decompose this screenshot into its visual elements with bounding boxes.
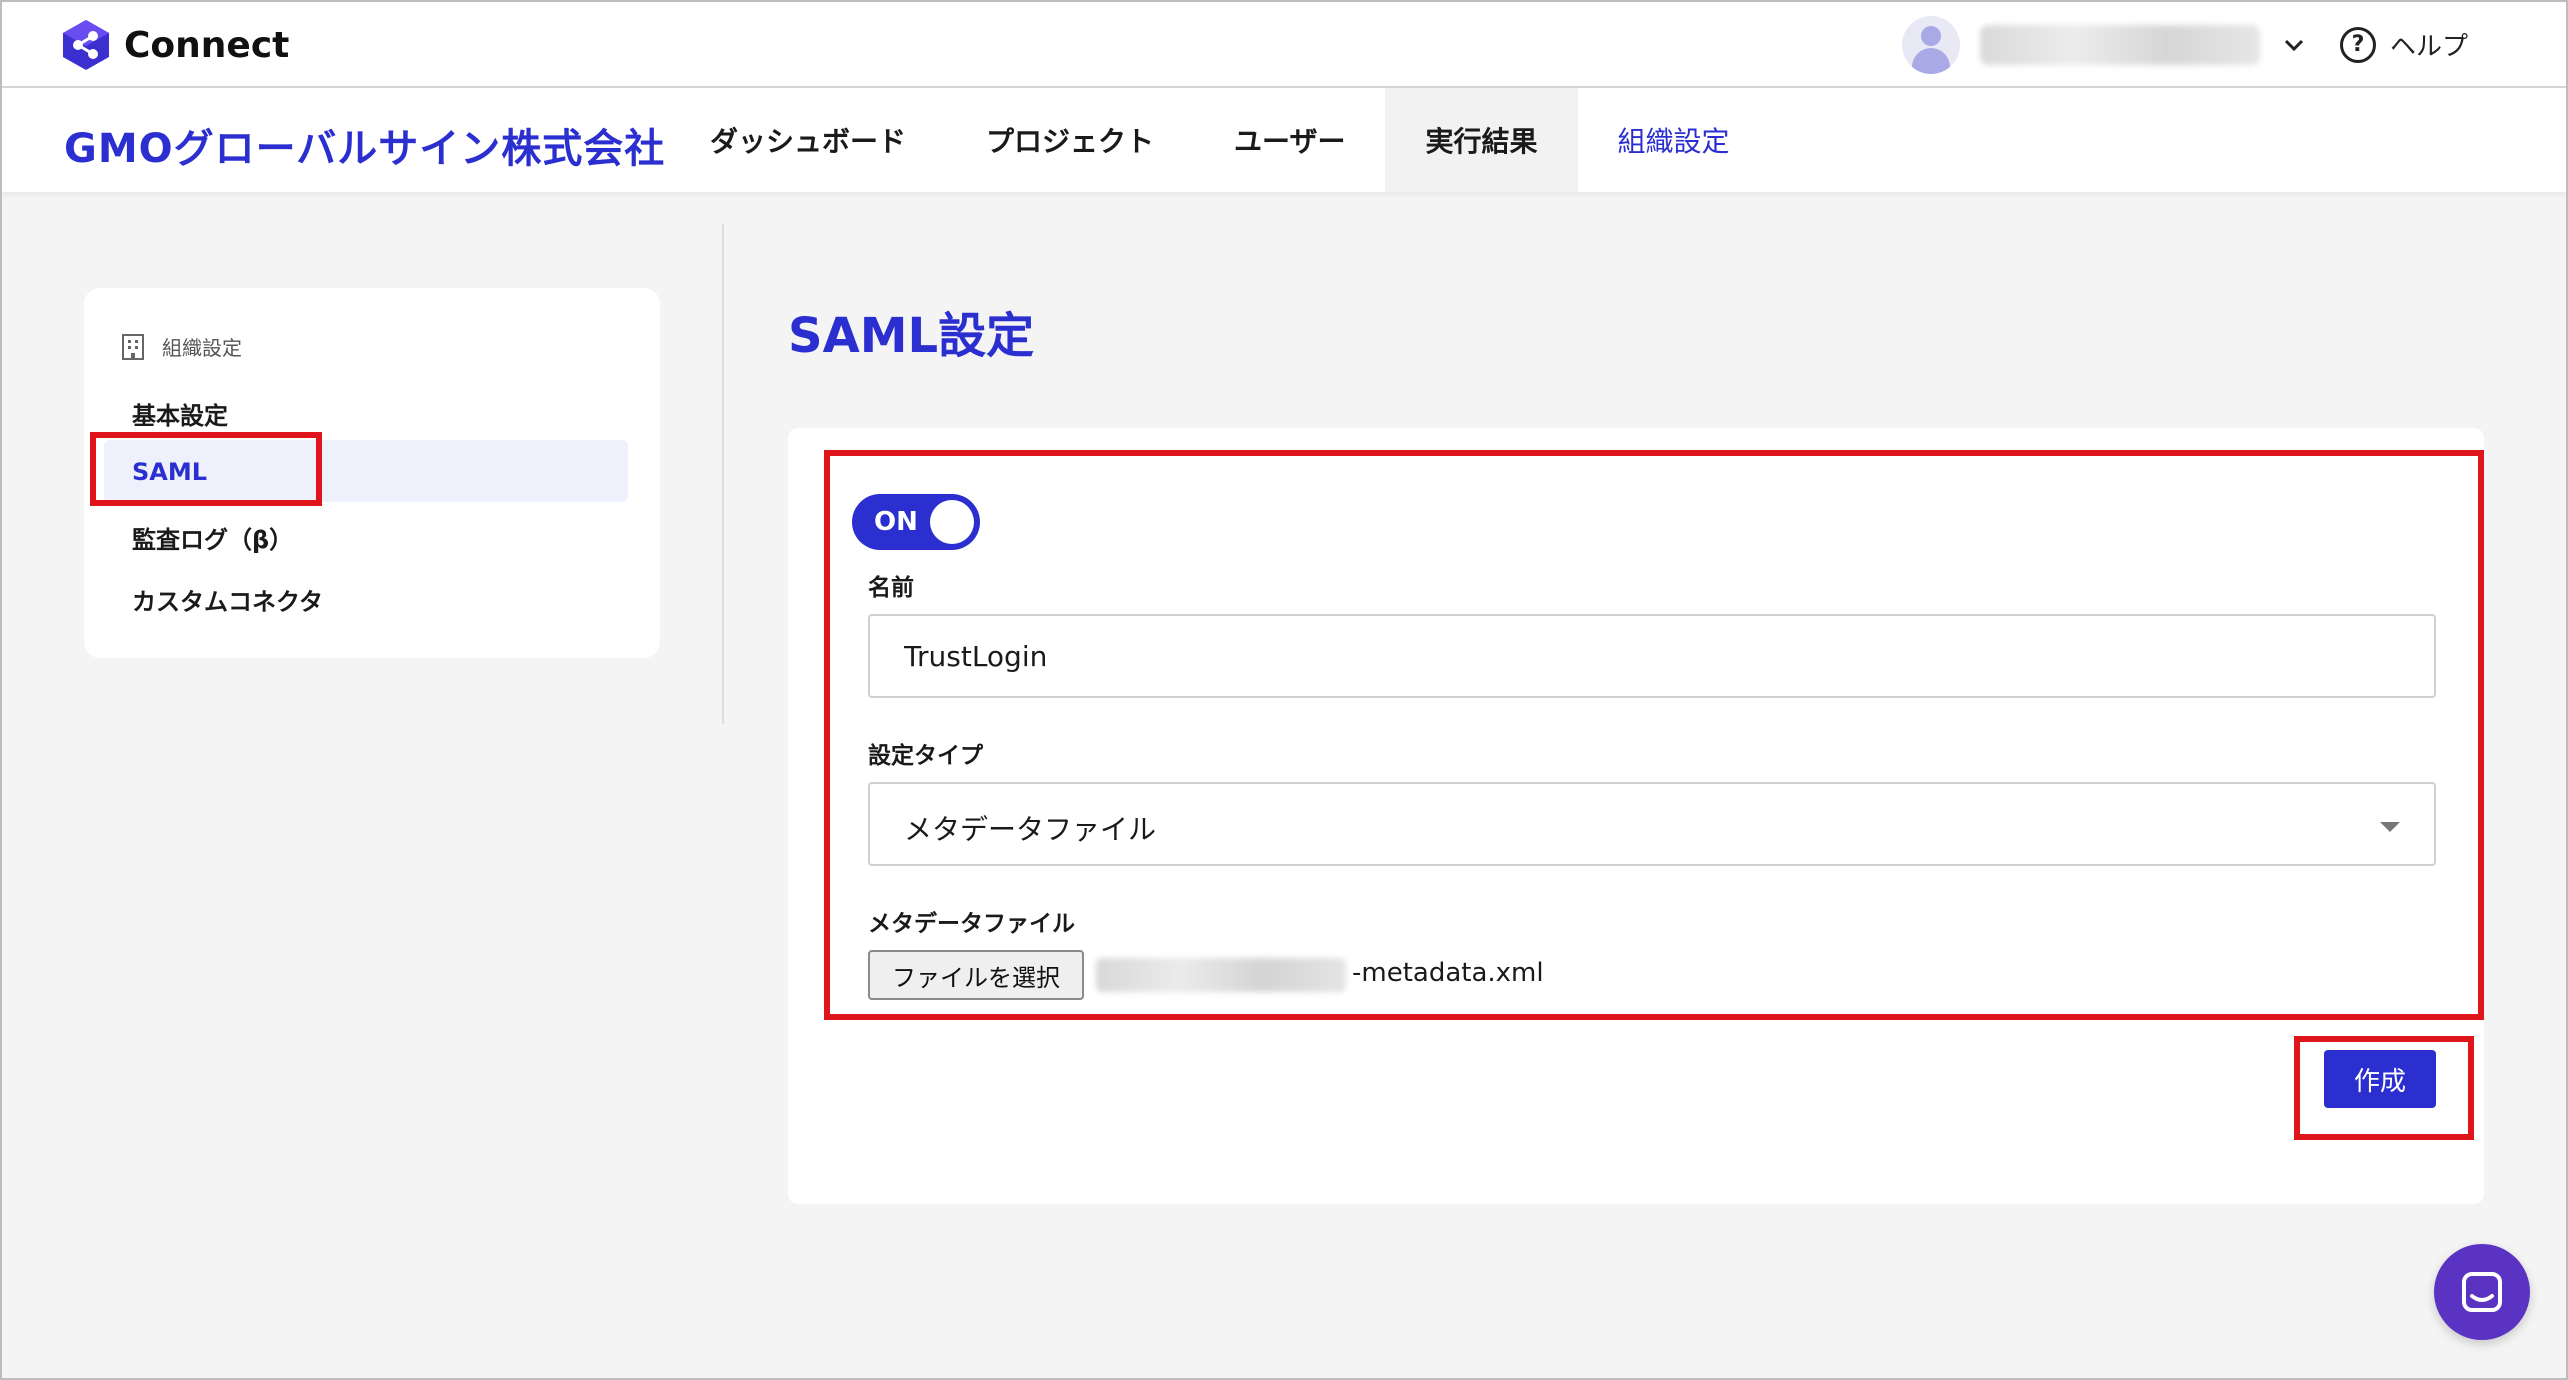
toggle-knob bbox=[930, 500, 974, 544]
name-input[interactable] bbox=[868, 614, 2436, 698]
sidebar-item-basic[interactable]: 基本設定 bbox=[132, 396, 228, 431]
page-title: SAML設定 bbox=[788, 308, 1035, 364]
chevron-down-icon[interactable] bbox=[2280, 31, 2308, 59]
app-logo[interactable]: Connect bbox=[60, 18, 289, 72]
file-name: -metadata.xml bbox=[1352, 958, 1544, 988]
nav-tabs: ダッシュボード プロジェクト ユーザー 実行結果 組織設定 bbox=[670, 88, 1770, 192]
create-button[interactable]: 作成 bbox=[2324, 1050, 2436, 1108]
chat-launcher-button[interactable] bbox=[2434, 1244, 2530, 1340]
metadata-file-label: メタデータファイル bbox=[868, 911, 1075, 937]
name-label: 名前 bbox=[868, 575, 914, 601]
tab-results[interactable]: 実行結果 bbox=[1385, 88, 1578, 192]
help-link[interactable]: ? ヘルプ bbox=[2340, 26, 2468, 63]
app-name: Connect bbox=[124, 24, 290, 66]
vertical-divider bbox=[722, 224, 724, 724]
sidebar-item-custom-connector[interactable]: カスタムコネクタ bbox=[132, 582, 323, 617]
top-bar: Connect ? ヘルプ bbox=[0, 0, 2568, 88]
sidebar-item-audit-log[interactable]: 監査ログ（β） bbox=[132, 520, 293, 555]
settings-sidebar: 組織設定 基本設定 SAML 監査ログ（β） カスタムコネクタ bbox=[84, 288, 660, 658]
config-type-select[interactable]: メタデータファイル bbox=[868, 782, 2436, 866]
help-icon: ? bbox=[2340, 26, 2376, 63]
sidebar-item-saml[interactable]: SAML bbox=[132, 458, 207, 486]
org-name: GMOグローバルサイン株式会社 bbox=[64, 126, 666, 172]
file-name-redacted bbox=[1096, 958, 1346, 992]
toggle-label: ON bbox=[874, 507, 918, 537]
avatar bbox=[1902, 16, 1960, 74]
choose-file-button[interactable]: ファイルを選択 bbox=[868, 950, 1084, 1000]
building-icon bbox=[122, 333, 144, 360]
sidebar-heading-label: 組織設定 bbox=[162, 336, 242, 360]
tab-dashboard[interactable]: ダッシュボード bbox=[670, 88, 946, 192]
user-menu[interactable] bbox=[1902, 16, 2308, 74]
tab-org-settings[interactable]: 組織設定 bbox=[1578, 88, 1770, 192]
dropdown-arrow-icon bbox=[2380, 822, 2400, 832]
user-name-redacted bbox=[1980, 25, 2260, 65]
org-navbar: GMOグローバルサイン株式会社 ダッシュボード プロジェクト ユーザー 実行結果… bbox=[0, 88, 2568, 192]
help-label: ヘルプ bbox=[2390, 32, 2469, 62]
tab-projects[interactable]: プロジェクト bbox=[946, 88, 1194, 192]
tab-users[interactable]: ユーザー bbox=[1194, 88, 1385, 192]
type-label: 設定タイプ bbox=[868, 743, 983, 769]
saml-enable-toggle[interactable]: ON bbox=[852, 494, 980, 550]
sidebar-heading: 組織設定 bbox=[120, 332, 242, 361]
config-type-value: メタデータファイル bbox=[904, 813, 1157, 846]
chat-icon bbox=[2462, 1272, 2502, 1312]
connect-logo-icon bbox=[63, 20, 109, 70]
